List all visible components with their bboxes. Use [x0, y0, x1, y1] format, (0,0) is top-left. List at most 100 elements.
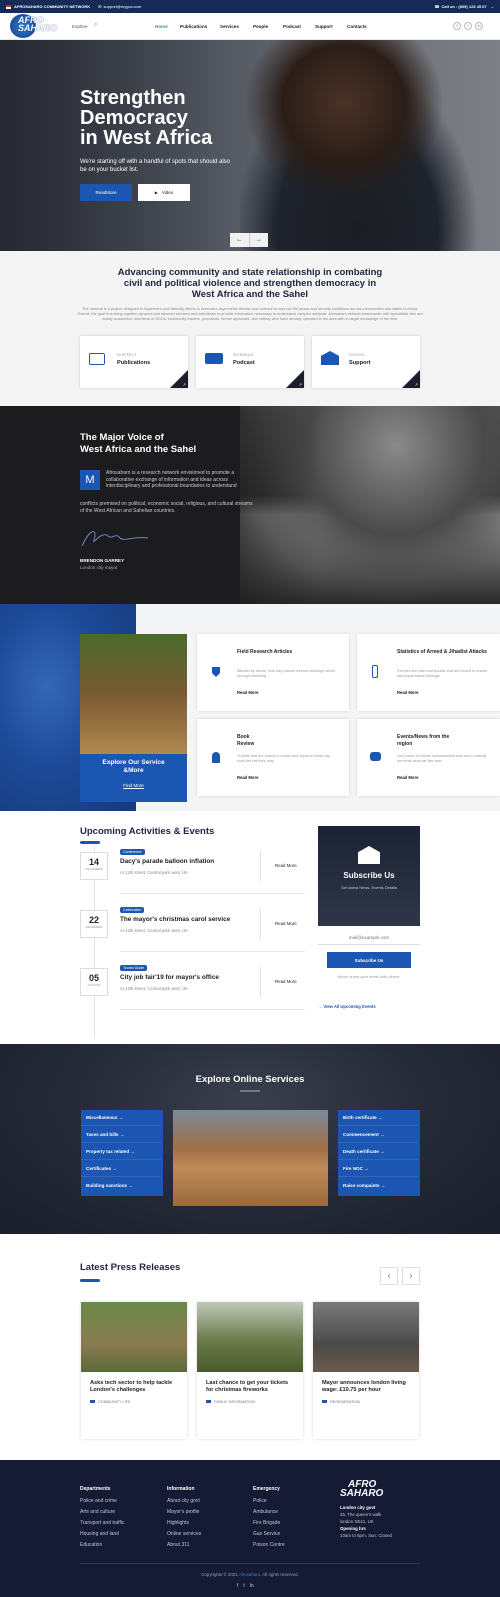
play-icon: ▶ [154, 190, 158, 195]
nav-item-people[interactable]: People [253, 24, 283, 29]
event-read-more[interactable]: Read More [275, 921, 297, 926]
online-item-property-tax[interactable]: Property tax related → [81, 1144, 161, 1160]
footer-link[interactable]: Housing and land [80, 1531, 160, 1537]
voice-para-2: conflicts premised on political, economi… [80, 501, 253, 514]
find-more-link[interactable]: Find More [80, 783, 187, 788]
service-read-more[interactable]: Read More [397, 775, 418, 780]
nav-item-contacts[interactable]: Contacts [347, 24, 379, 29]
press-card[interactable]: Last chance to get your tickets for chri… [197, 1302, 303, 1439]
event-read-more[interactable]: Read More [275, 863, 297, 868]
footer-logo[interactable]: AFRO SAHARO [340, 1480, 383, 1499]
press-card[interactable]: Asks tech sector to help tackle London's… [81, 1302, 187, 1439]
footer-link[interactable]: Fire Brigade [253, 1520, 333, 1526]
footer-link[interactable]: Poison Centre [253, 1542, 333, 1548]
service-read-more[interactable]: Read More [237, 690, 258, 695]
service-read-more[interactable]: Read More [397, 690, 418, 695]
service-read-more[interactable]: Read More [237, 775, 258, 780]
event-tag[interactable]: Conference [120, 849, 145, 855]
footer-link[interactable]: About city govt [167, 1498, 247, 1504]
online-item-fire-noc[interactable]: Fire NOC → [338, 1161, 418, 1177]
event-tag[interactable]: Celebration [120, 907, 145, 913]
explore-photo [80, 634, 187, 754]
footer-link[interactable]: Transport and traffic [80, 1520, 160, 1526]
support-email[interactable]: support@mygov.com [104, 4, 142, 9]
view-all-events-link[interactable]: → View All Upcoming Events [318, 1004, 376, 1009]
linkedin-icon[interactable]: in [475, 22, 483, 30]
podcast-card[interactable]: SCHEDULE Podcast ↗ [196, 336, 304, 388]
arrow-right-icon: → [380, 1149, 385, 1154]
arrow-right-icon: → [377, 1115, 383, 1120]
online-item-building-sanctions[interactable]: Building sanctions → [81, 1178, 161, 1194]
footer-link[interactable]: Mayor's profile [167, 1509, 247, 1515]
service-card-book-review[interactable]: Book Review Trouble that are bound to en… [197, 719, 349, 796]
arrow-icon: ↗ [298, 382, 302, 387]
online-item-commencement[interactable]: Commencement → [338, 1127, 418, 1143]
press-section: Latest Press Releases ‹ › Asks tech sect… [0, 1234, 500, 1460]
online-item-miscellaneous[interactable]: Miscellaneous → [81, 1110, 161, 1126]
event-month: DECEMBER [85, 867, 103, 871]
online-item-raise-complaints[interactable]: Raise compaints → [338, 1178, 418, 1194]
footer-address-2: london SE41, UK [340, 1519, 374, 1524]
footer-hours-label: Opening hrs [340, 1526, 366, 1531]
press-card[interactable]: Mayor announces london living wage: £10.… [313, 1302, 419, 1439]
footer-link[interactable]: Education [80, 1542, 160, 1548]
nav-item-services[interactable]: Services [220, 24, 253, 29]
footer-link[interactable]: About 311 [167, 1542, 247, 1548]
facebook-icon[interactable]: f [237, 1583, 238, 1589]
about-body: The network is a project designed to imp… [77, 307, 423, 322]
prev-arrow-icon[interactable]: ← [230, 233, 250, 247]
online-photo [173, 1110, 328, 1206]
footer-link[interactable]: Police and crime [80, 1498, 160, 1504]
event-month: JANUARY [87, 983, 101, 987]
email-input[interactable] [318, 931, 420, 945]
event-title[interactable]: Dacy's parade balloon inflation [120, 858, 214, 865]
prev-button[interactable]: ‹ [380, 1267, 398, 1285]
event-title[interactable]: City job fair'19 for mayor's office [120, 974, 219, 981]
service-card-statistics[interactable]: Statistics of Armed & Jihadist Attacks F… [357, 634, 500, 711]
subscribe-box: Subscribe Us Get latest News, Events Det… [318, 826, 420, 926]
subscribe-button[interactable]: Subscribe Us [327, 952, 411, 968]
footer-link[interactable]: Highlights [167, 1520, 247, 1526]
event-tag[interactable]: Tourist Guide [120, 965, 148, 971]
next-arrow-icon[interactable]: → [250, 233, 269, 247]
copyright-brand[interactable]: Afrosaharo [239, 1572, 260, 1577]
footer-link[interactable]: Ambulance [253, 1509, 333, 1515]
event-read-more[interactable]: Read More [275, 979, 297, 984]
explore-label[interactable]: Explore [72, 24, 88, 29]
twitter-icon[interactable]: t [243, 1583, 244, 1589]
nav-item-podcast[interactable]: Podcast [283, 24, 315, 29]
linkedin-icon[interactable]: in [250, 1583, 254, 1589]
online-item-certificates[interactable]: Certificates → [81, 1161, 161, 1177]
event-title[interactable]: The mayor's christmas carol service [120, 916, 230, 923]
chevron-down-icon[interactable]: ⌄ [491, 4, 494, 9]
readmore-button[interactable]: ReadMore [80, 184, 132, 201]
footer-link[interactable]: Online services [167, 1531, 247, 1537]
facebook-icon[interactable]: f [453, 22, 461, 30]
heading-underline [80, 1279, 100, 1282]
next-button[interactable]: › [402, 1267, 420, 1285]
call-number[interactable]: Call on : (609) 123 45 67 [442, 4, 487, 9]
service-card-field-research[interactable]: Field Research Articles Blinded by desir… [197, 634, 349, 711]
nav-item-support[interactable]: Support [315, 24, 347, 29]
arrow-icon: ↗ [414, 382, 418, 387]
online-item-death-certificate[interactable]: Death certificate → [338, 1144, 418, 1160]
support-card[interactable]: SCHOOL Support ↗ [312, 336, 420, 388]
footer-link[interactable]: Arts and culture [80, 1509, 160, 1515]
online-item-taxes[interactable]: Taxes and bills → [81, 1127, 161, 1143]
video-label: Video [161, 190, 174, 195]
video-button[interactable]: ▶ Video [138, 184, 190, 201]
nav-item-home[interactable]: Home [155, 24, 180, 29]
publications-card[interactable]: IN EFFECT Publications ↗ [80, 336, 188, 388]
online-item-birth-certificate[interactable]: Birth certificate → [338, 1110, 418, 1126]
nav-item-publications[interactable]: Publications [180, 24, 220, 29]
copyright-suffix: . All rights reserved. [260, 1572, 299, 1577]
search-icon[interactable]: ⌕ [94, 22, 97, 29]
footer-link[interactable]: Gas Service [253, 1531, 333, 1537]
service-desc: Blinded by desire, that they cannot fore… [237, 669, 335, 678]
service-card-events-news[interactable]: Events/News from the region Our power of… [357, 719, 500, 796]
footer: Departments Police and crime Arts and cu… [0, 1460, 500, 1597]
twitter-icon[interactable]: t [464, 22, 472, 30]
online-heading: Explore Online Services [195, 1074, 305, 1085]
footer-link[interactable]: Police [253, 1498, 333, 1504]
person-icon [212, 752, 220, 763]
